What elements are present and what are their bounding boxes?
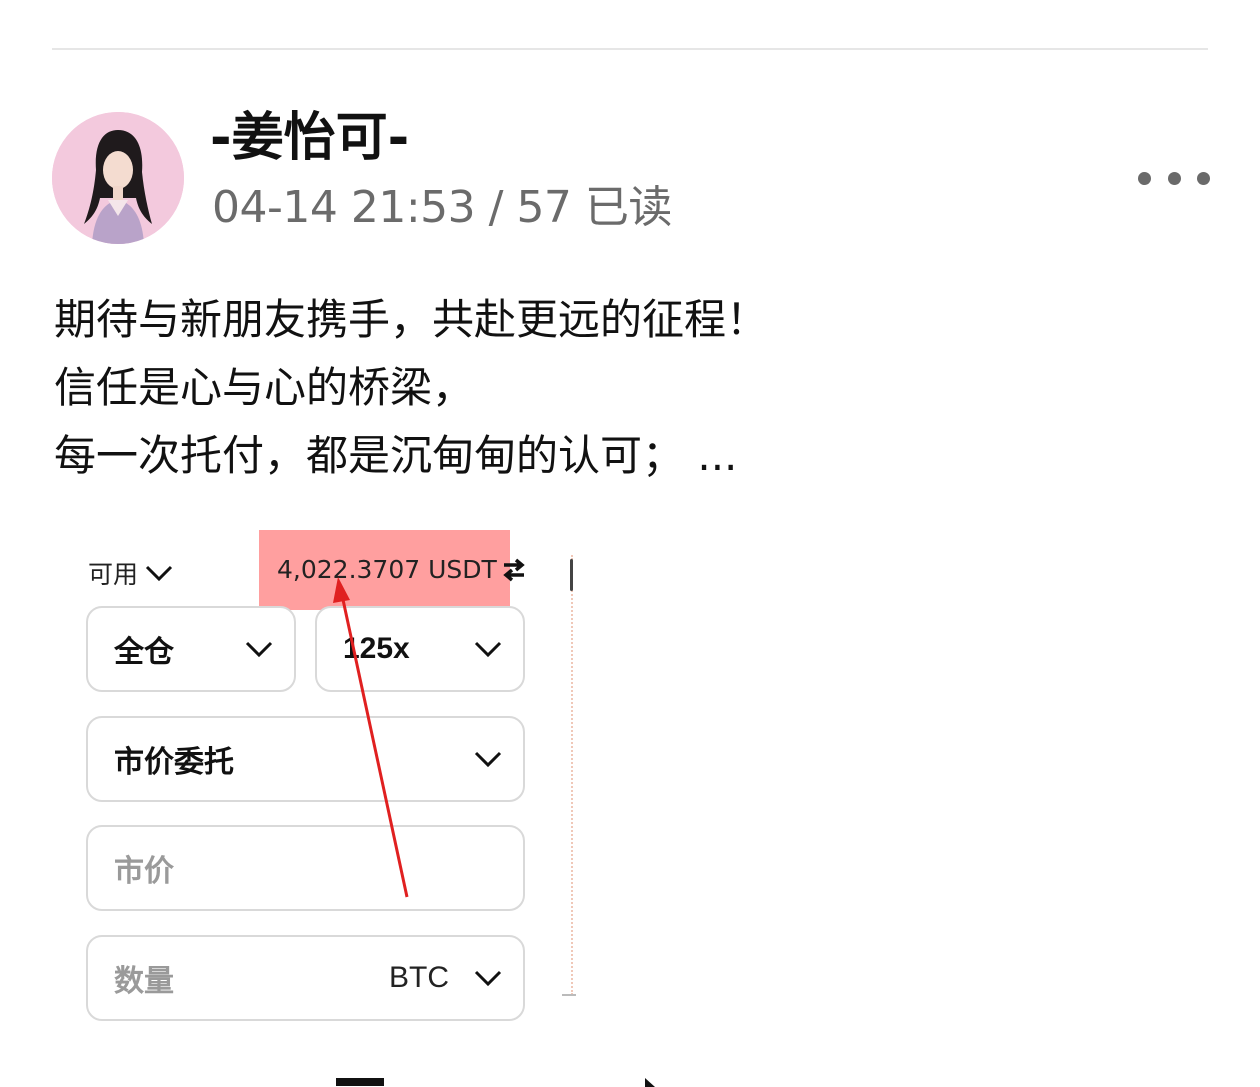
avatar-image — [52, 112, 184, 244]
more-options-button[interactable] — [1138, 160, 1210, 196]
post-line: 信任是心与心的桥梁， — [54, 363, 475, 412]
post-line: 期待与新朋友携手，共赴更远的征程！ — [54, 295, 769, 344]
post-line: 每一次托付，都是沉甸甸的认可； ... — [54, 431, 738, 480]
partial-next-content-2 — [645, 1078, 655, 1087]
more-dot — [1167, 171, 1181, 185]
more-dot — [1197, 171, 1210, 185]
author-name[interactable]: -姜怡可- — [210, 112, 409, 164]
top-divider — [52, 48, 1208, 50]
post-image[interactable]: 可用 4,022.3707 USDT 全仓 125x 市价委托 市价 数量 BT… — [80, 525, 580, 1087]
partial-next-content — [336, 1078, 384, 1086]
more-horizontal-icon — [1138, 171, 1151, 185]
post-meta: 04-14 21:53 / 57 已读 — [212, 182, 672, 233]
author-avatar[interactable] — [52, 112, 184, 244]
annotation-arrow — [333, 577, 409, 898]
post-body[interactable]: 期待与新朋友携手，共赴更远的征程！ 信任是心与心的桥梁， 每一次托付，都是沉甸甸… — [54, 286, 768, 490]
